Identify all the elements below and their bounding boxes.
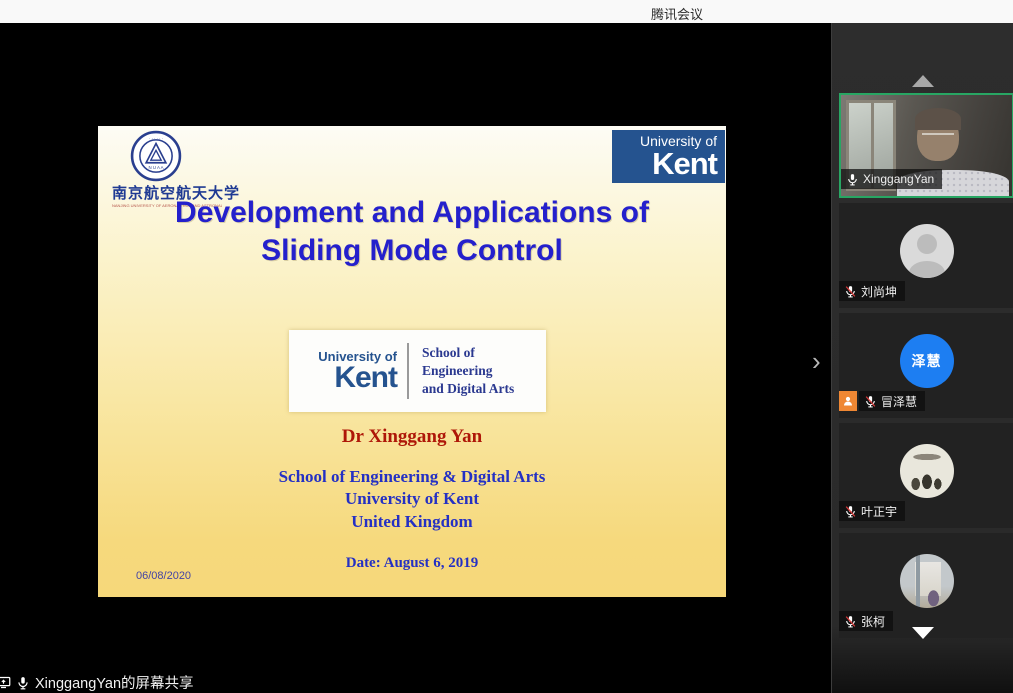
svg-text:· · · · · ·: · · · · · · — [149, 136, 163, 141]
shared-slide: N U A A · · · · · · 南京航空航天大学 NANJING UNI… — [98, 126, 726, 597]
app-title: 腾讯会议 — [651, 4, 703, 23]
mic-on-icon — [16, 676, 30, 690]
participant-tile-maozehui[interactable]: 泽慧 冒泽慧 — [839, 313, 1013, 418]
participant-tile-liushangkun[interactable]: 刘尚坤 — [839, 203, 1013, 308]
mic-muted-icon — [844, 615, 857, 628]
participant-label: 冒泽慧 — [839, 391, 925, 411]
mic-on-icon — [846, 173, 859, 186]
participant-name: 叶正宇 — [861, 503, 897, 520]
participant-name: 刘尚坤 — [861, 283, 897, 300]
screen-share-banner: XinggangYan的屏幕共享 — [0, 672, 194, 693]
participant-label: 刘尚坤 — [839, 281, 905, 301]
screen-share-label: XinggangYan的屏幕共享 — [35, 672, 194, 693]
participant-name: 冒泽慧 — [881, 393, 917, 410]
participant-label: 叶正宇 — [839, 501, 905, 521]
participants-sidebar: XinggangYan 刘尚坤 — [831, 23, 1013, 693]
presentation-date: Date: August 6, 2019 — [98, 555, 726, 572]
slide-footer-date: 06/08/2020 — [136, 570, 191, 582]
sidebar-collapse-chevron-icon[interactable]: › — [812, 348, 821, 374]
participant-name: 张柯 — [861, 613, 885, 630]
slide-title: Development and Applications of Sliding … — [98, 194, 726, 270]
participant-label: XinggangYan — [841, 169, 942, 189]
participant-name: XinggangYan — [863, 172, 934, 186]
participant-tile-zhangke[interactable]: 张柯 — [839, 533, 1013, 638]
app-window: 腾讯会议 N U A A · · · · · · 南京航空航天大学 NANJIN… — [0, 0, 1013, 693]
avatar-photo — [900, 444, 954, 498]
scroll-down-arrow-icon[interactable] — [912, 627, 934, 639]
avatar-initials: 泽慧 — [900, 334, 954, 388]
kent-school-logo: University of Kent School of Engineering… — [289, 330, 546, 412]
avatar-placeholder — [900, 224, 954, 278]
mic-muted-icon — [844, 285, 857, 298]
mic-muted-icon — [844, 505, 857, 518]
avatar-photo — [900, 554, 954, 608]
participant-label: 张柯 — [839, 611, 893, 631]
nuaa-emblem-icon: N U A A · · · · · · — [130, 130, 182, 182]
scroll-up-arrow-icon[interactable] — [912, 75, 934, 87]
presenter-name: Dr Xinggang Yan — [98, 426, 726, 448]
window-titlebar[interactable]: 腾讯会议 — [0, 0, 1013, 23]
svg-text:N U A A: N U A A — [148, 165, 163, 170]
screen-share-icon — [0, 675, 11, 690]
participant-tile-xinggangyan[interactable]: XinggangYan — [839, 93, 1013, 198]
presenter-affiliation: School of Engineering & Digital Arts Uni… — [98, 466, 726, 533]
mic-muted-icon — [864, 395, 877, 408]
host-badge-icon — [839, 391, 857, 411]
participant-tile-yezhengyu[interactable]: 叶正宇 — [839, 423, 1013, 528]
kent-logo: University of Kent — [612, 130, 725, 183]
